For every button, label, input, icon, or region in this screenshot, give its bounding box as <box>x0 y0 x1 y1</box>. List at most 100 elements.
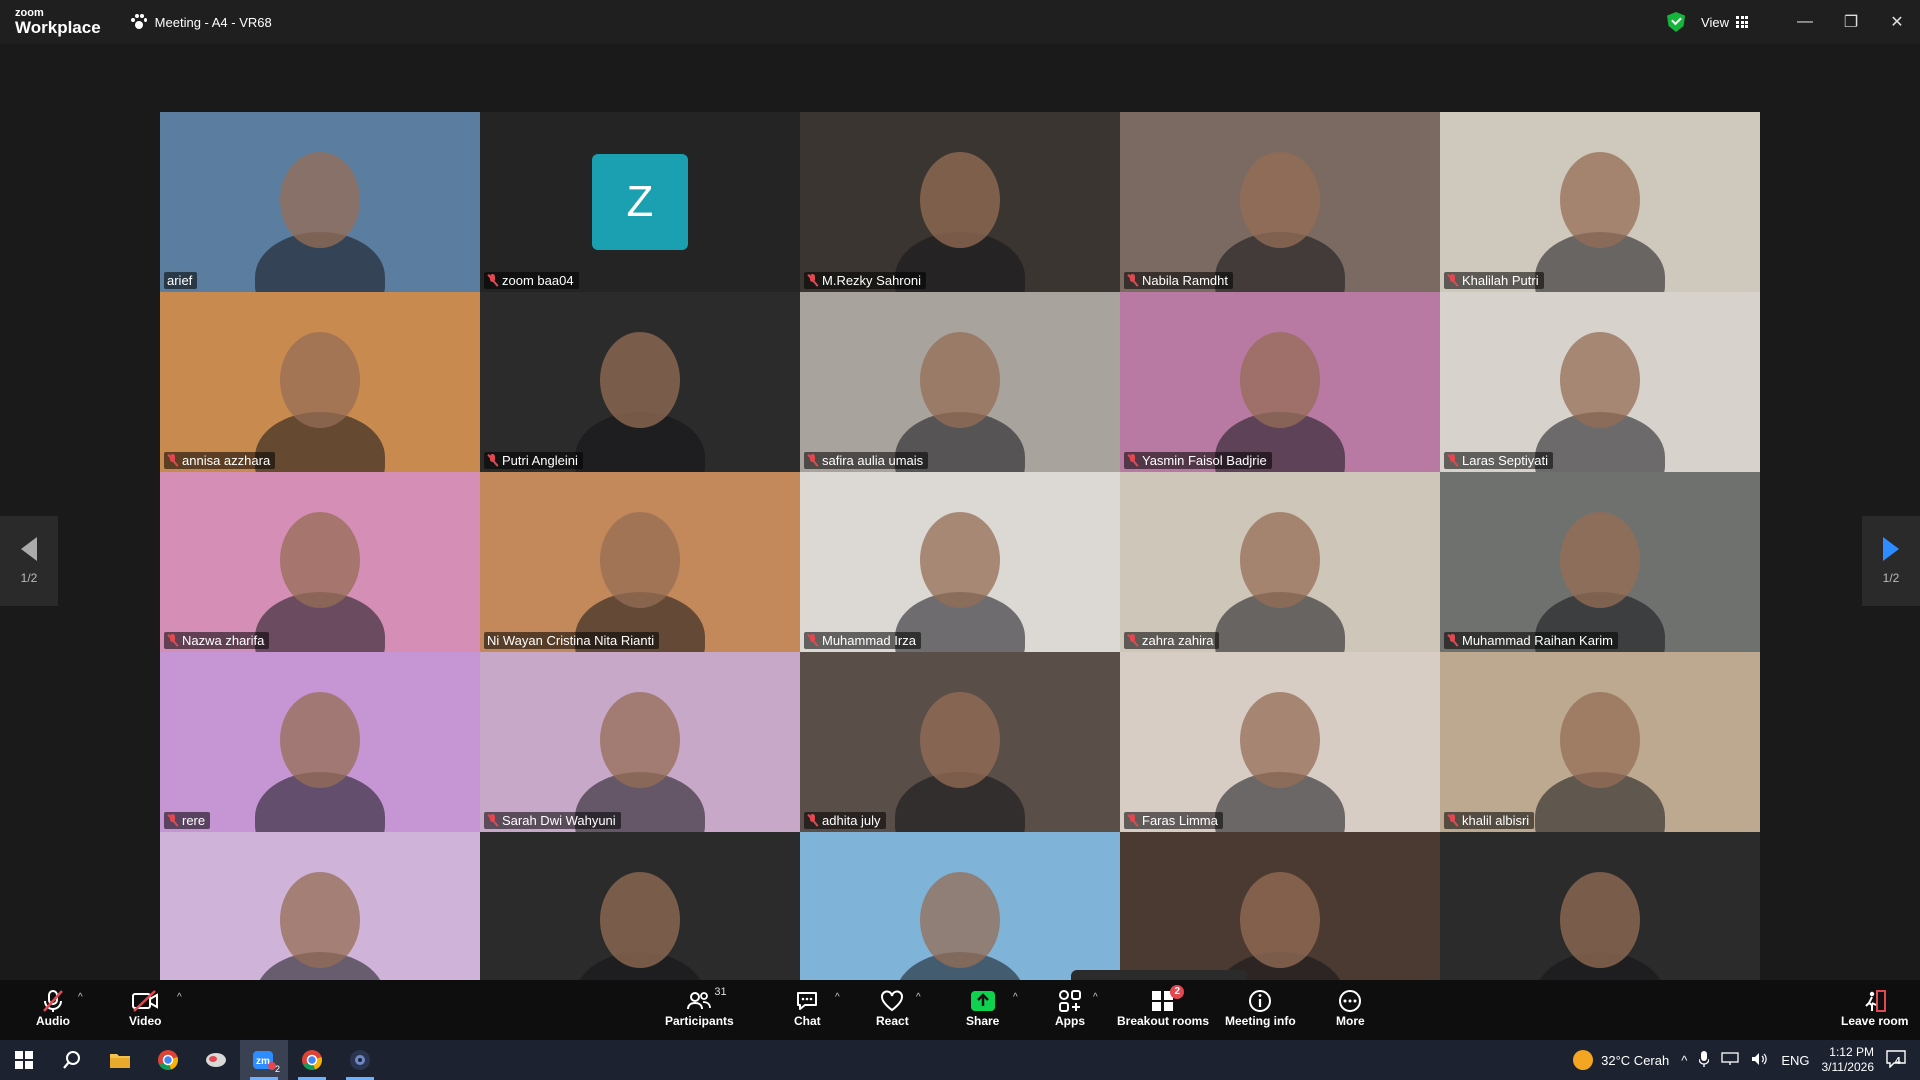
system-tray: 32°C Cerah ^ ENG 1:12 PM 3/11/2026 4 <box>1573 1045 1920 1075</box>
participant-tile[interactable]: Ni Wayan Cristina Nita Rianti <box>480 472 800 652</box>
react-button[interactable]: React <box>876 988 909 1028</box>
page-indicator-right: 1/2 <box>1882 571 1900 585</box>
leave-room-button[interactable]: Leave room <box>1841 988 1908 1028</box>
participant-head <box>600 872 680 968</box>
view-button[interactable]: View <box>1701 15 1748 30</box>
more-icon <box>1337 988 1363 1014</box>
participant-tile[interactable]: adhita july <box>800 652 1120 832</box>
participant-tile[interactable]: Yasmin Faisol Badjrie <box>1120 292 1440 472</box>
participant-tile[interactable]: annisa azzhara <box>160 292 480 472</box>
file-explorer-icon[interactable] <box>96 1040 144 1080</box>
microphone-muted-icon <box>487 814 499 827</box>
participants-count: 31 <box>714 986 727 998</box>
more-button[interactable]: More <box>1336 988 1365 1028</box>
chrome-icon[interactable] <box>144 1040 192 1080</box>
apps-button[interactable]: Apps <box>1055 988 1085 1028</box>
react-label: React <box>876 1014 909 1028</box>
notification-icon[interactable]: 4 <box>1886 1049 1906 1071</box>
participant-tile[interactable]: rere <box>160 652 480 832</box>
participant-tile[interactable]: Khalilah Putri <box>1440 112 1760 292</box>
participant-tile[interactable]: khalil albisri <box>1440 652 1760 832</box>
meeting-info-button[interactable]: Meeting info <box>1225 988 1296 1028</box>
microphone-muted-icon <box>167 634 179 647</box>
participant-name-label: Nazwa zharifa <box>164 632 270 649</box>
audio-button[interactable]: Audio <box>36 988 70 1028</box>
participant-name: Muhammad Irza <box>822 633 916 648</box>
participant-tile[interactable]: Faras Limma <box>1120 652 1440 832</box>
restore-button[interactable]: ❐ <box>1828 0 1874 44</box>
audio-options-caret[interactable]: ^ <box>78 992 83 1003</box>
breakout-badge: 2 <box>1170 985 1185 999</box>
notification-count: 4 <box>1895 1055 1901 1067</box>
chrome-active-icon[interactable] <box>288 1040 336 1080</box>
network-icon[interactable] <box>1721 1051 1739 1069</box>
app-icon[interactable] <box>192 1040 240 1080</box>
participant-tile[interactable]: Laras Septiyati <box>1440 292 1760 472</box>
participant-tile[interactable]: zahra zahira <box>1120 472 1440 652</box>
participant-tile[interactable]: safira aulia umais <box>800 292 1120 472</box>
chat-options-caret[interactable]: ^ <box>835 992 840 1003</box>
participants-button[interactable]: 31 Participants <box>665 986 734 1028</box>
camera-app-icon[interactable] <box>336 1040 384 1080</box>
participant-tile[interactable]: M.Rezky Sahroni <box>800 112 1120 292</box>
participant-tile[interactable]: Putri Angleini <box>480 292 800 472</box>
breakout-rooms-icon: 2 <box>1150 985 1185 1014</box>
react-options-caret[interactable]: ^ <box>916 992 921 1003</box>
microphone-muted-icon <box>167 454 179 467</box>
participant-head <box>1240 692 1320 788</box>
participant-head <box>600 512 680 608</box>
camera-off-icon <box>131 988 159 1014</box>
close-button[interactable]: ✕ <box>1874 0 1920 44</box>
weather-widget[interactable]: 32°C Cerah <box>1573 1050 1669 1070</box>
participant-name: Laras Septiyati <box>1462 453 1548 468</box>
chat-icon <box>794 988 820 1014</box>
meeting-info-label: Meeting info <box>1225 1014 1296 1028</box>
meeting-title[interactable]: Meeting - A4 - VR68 <box>130 14 272 30</box>
share-options-caret[interactable]: ^ <box>1013 992 1018 1003</box>
participant-tile[interactable]: Nazwa zharifa <box>160 472 480 652</box>
windows-start-icon[interactable] <box>0 1040 48 1080</box>
microphone-muted-icon <box>167 814 179 827</box>
participant-name-label: Nabila Ramdht <box>1124 272 1233 289</box>
participant-tile[interactable]: Muhammad Raihan Karim <box>1440 472 1760 652</box>
participant-head <box>1240 332 1320 428</box>
participant-tile[interactable]: Sarah Dwi Wahyuni <box>480 652 800 832</box>
participant-name: Yasmin Faisol Badjrie <box>1142 453 1267 468</box>
participant-head <box>280 872 360 968</box>
breakout-rooms-button[interactable]: 2 Breakout rooms <box>1117 985 1209 1028</box>
share-label: Share <box>966 1014 1000 1028</box>
participant-tile[interactable]: Zzoom baa04 <box>480 112 800 292</box>
security-shield-icon[interactable] <box>1667 12 1686 32</box>
video-options-caret[interactable]: ^ <box>177 992 182 1003</box>
prev-page-button[interactable]: 1/2 <box>0 516 58 606</box>
microphone-muted-icon <box>807 634 819 647</box>
microphone-tray-icon[interactable] <box>1698 1050 1710 1070</box>
participant-name-label: Faras Limma <box>1124 812 1223 829</box>
participant-head <box>1560 692 1640 788</box>
language-indicator[interactable]: ENG <box>1781 1053 1809 1068</box>
microphone-muted-icon <box>1127 814 1139 827</box>
participant-tile[interactable]: arief <box>160 112 480 292</box>
tray-chevron-icon[interactable]: ^ <box>1681 1053 1687 1068</box>
next-page-button[interactable]: 1/2 <box>1862 516 1920 606</box>
clock[interactable]: 1:12 PM 3/11/2026 <box>1822 1045 1875 1075</box>
zoom-taskbar-icon[interactable]: zm 2 <box>240 1040 288 1080</box>
participant-tile[interactable]: Muhammad Irza <box>800 472 1120 652</box>
participant-tile[interactable]: Nabila Ramdht <box>1120 112 1440 292</box>
video-button[interactable]: Video <box>129 988 161 1028</box>
participant-name: Muhammad Raihan Karim <box>1462 633 1614 648</box>
participant-name-label: arief <box>164 272 198 289</box>
participants-label: Participants <box>665 1014 734 1028</box>
chat-button[interactable]: Chat <box>794 988 821 1028</box>
participant-head <box>280 692 360 788</box>
arrow-right-icon <box>1883 537 1899 561</box>
microphone-muted-icon <box>1447 634 1459 647</box>
apps-options-caret[interactable]: ^ <box>1093 992 1098 1003</box>
video-gallery: 1/2 1/2 arief Zzoom baa04 M.Rezky Sahroni N… <box>0 44 1920 1015</box>
microphone-muted-icon <box>487 274 499 287</box>
volume-icon[interactable] <box>1751 1052 1769 1069</box>
minimize-button[interactable]: — <box>1782 0 1828 44</box>
search-icon[interactable] <box>48 1040 96 1080</box>
share-button[interactable]: Share <box>966 988 999 1028</box>
weather-text: 32°C Cerah <box>1601 1052 1670 1068</box>
